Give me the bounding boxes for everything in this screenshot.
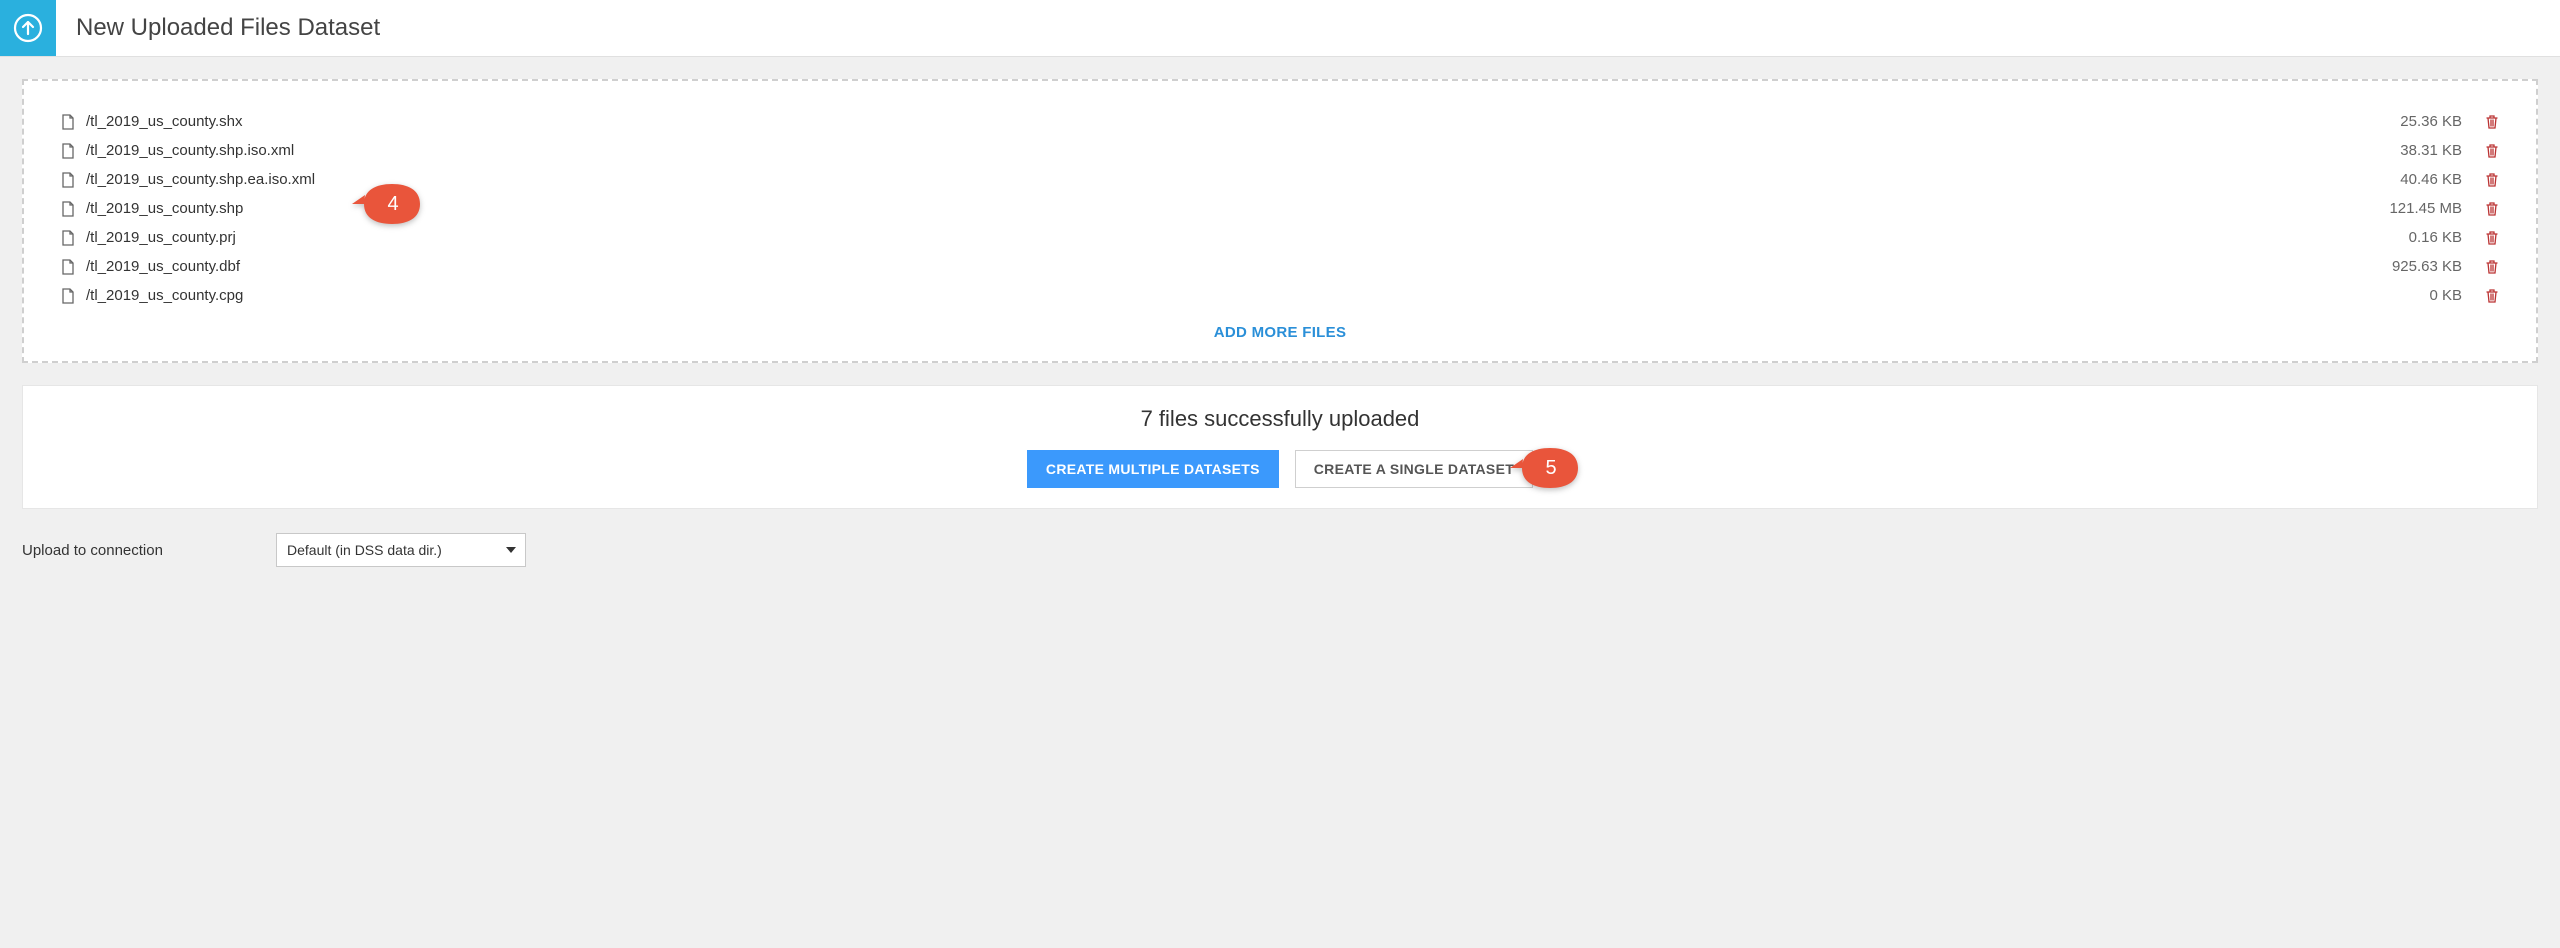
- upload-status: 7 files successfully uploaded: [43, 406, 2517, 432]
- file-icon: [60, 259, 76, 275]
- upload-connection-selected: Default (in DSS data dir.): [287, 542, 442, 558]
- page-header: New Uploaded Files Dataset: [0, 0, 2560, 57]
- uploaded-files-dropzone[interactable]: /tl_2019_us_county.shx 25.36 KB /tl_2019…: [22, 79, 2538, 363]
- file-icon: [60, 143, 76, 159]
- trash-icon[interactable]: [2484, 259, 2500, 275]
- file-row: /tl_2019_us_county.shp 121.45 MB 4: [60, 194, 2500, 223]
- connection-row: Upload to connection Default (in DSS dat…: [0, 519, 2560, 567]
- file-icon: [60, 201, 76, 217]
- upload-icon-box: [0, 0, 56, 56]
- add-more-row: ADD MORE FILES: [60, 324, 2500, 341]
- file-name: /tl_2019_us_county.shp.iso.xml: [86, 142, 2400, 159]
- file-icon: [60, 288, 76, 304]
- file-size: 0 KB: [2429, 287, 2462, 304]
- file-name: /tl_2019_us_county.shp: [86, 200, 2389, 217]
- upload-circle-arrow-icon: [12, 12, 44, 44]
- file-row: /tl_2019_us_county.cpg 0 KB: [60, 281, 2500, 310]
- file-icon: [60, 172, 76, 188]
- file-row: /tl_2019_us_county.shp.ea.iso.xml 40.46 …: [60, 165, 2500, 194]
- file-size: 925.63 KB: [2392, 258, 2462, 275]
- add-more-files-link[interactable]: ADD MORE FILES: [1214, 324, 1347, 341]
- file-size: 40.46 KB: [2400, 171, 2462, 188]
- file-name: /tl_2019_us_county.dbf: [86, 258, 2392, 275]
- trash-icon[interactable]: [2484, 201, 2500, 217]
- file-row: /tl_2019_us_county.shx 25.36 KB: [60, 107, 2500, 136]
- file-size: 38.31 KB: [2400, 142, 2462, 159]
- trash-icon[interactable]: [2484, 172, 2500, 188]
- button-row: CREATE MULTIPLE DATASETS CREATE A SINGLE…: [43, 450, 2517, 488]
- file-row: /tl_2019_us_county.dbf 925.63 KB: [60, 252, 2500, 281]
- page-title: New Uploaded Files Dataset: [76, 14, 380, 42]
- trash-icon[interactable]: [2484, 230, 2500, 246]
- file-row: /tl_2019_us_county.shp.iso.xml 38.31 KB: [60, 136, 2500, 165]
- file-name: /tl_2019_us_county.prj: [86, 229, 2409, 246]
- file-size: 121.45 MB: [2389, 200, 2462, 217]
- file-size: 0.16 KB: [2409, 229, 2462, 246]
- file-row: /tl_2019_us_county.prj 0.16 KB: [60, 223, 2500, 252]
- file-size: 25.36 KB: [2400, 113, 2462, 130]
- upload-connection-label: Upload to connection: [22, 542, 252, 559]
- upload-connection-select[interactable]: Default (in DSS data dir.): [276, 533, 526, 567]
- trash-icon[interactable]: [2484, 143, 2500, 159]
- file-name: /tl_2019_us_county.shp.ea.iso.xml: [86, 171, 2400, 188]
- callout-number: 5: [1545, 457, 1556, 480]
- action-panel: 7 files successfully uploaded CREATE MUL…: [22, 385, 2538, 509]
- create-multiple-datasets-button[interactable]: CREATE MULTIPLE DATASETS: [1027, 450, 1279, 488]
- file-name: /tl_2019_us_county.shx: [86, 113, 2400, 130]
- trash-icon[interactable]: [2484, 114, 2500, 130]
- create-single-dataset-button[interactable]: CREATE A SINGLE DATASET: [1295, 450, 1533, 488]
- file-icon: [60, 230, 76, 246]
- trash-icon[interactable]: [2484, 288, 2500, 304]
- page-body: /tl_2019_us_county.shx 25.36 KB /tl_2019…: [0, 57, 2560, 519]
- file-icon: [60, 114, 76, 130]
- file-name: /tl_2019_us_county.cpg: [86, 287, 2429, 304]
